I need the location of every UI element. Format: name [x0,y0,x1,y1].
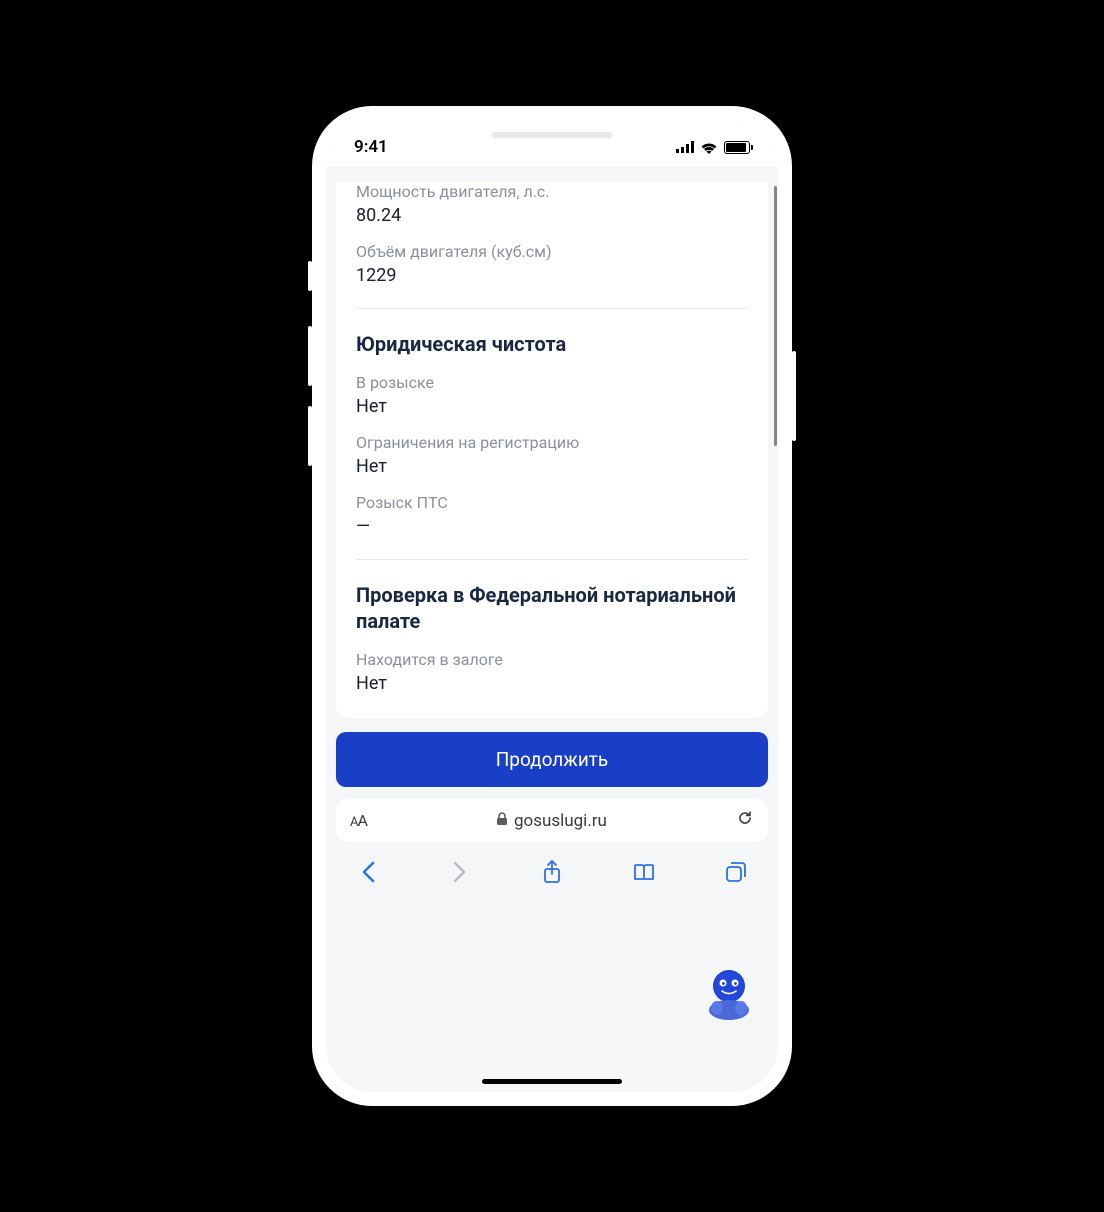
phone-screen: 9:41 Мощность двигателя, л.с. 80.24 Объё… [326,120,778,1092]
pts-search-value: — [356,516,748,537]
wanted-label: В розыске [356,373,748,392]
divider [356,308,748,309]
legal-section-title: Юридическая чистота [356,331,748,357]
reload-button[interactable] [736,809,754,832]
engine-volume-value: 1229 [356,265,748,286]
silence-switch[interactable] [308,261,312,291]
pledge-label: Находится в залоге [356,650,748,669]
url-bar[interactable]: AA gosuslugi.ru [336,799,768,842]
battery-icon [724,141,750,154]
wanted-value: Нет [356,396,748,417]
engine-power-value: 80.24 [356,205,748,226]
url-display[interactable]: gosuslugi.ru [496,811,607,831]
notary-section-title: Проверка в Федеральной нотариальной пала… [356,582,748,634]
continue-button[interactable]: Продолжить [336,732,768,787]
info-card: Мощность двигателя, л.с. 80.24 Объём дви… [336,182,768,718]
phone-frame: 9:41 Мощность двигателя, л.с. 80.24 Объё… [312,106,792,1106]
content-scroll-area[interactable]: Мощность двигателя, л.с. 80.24 Объём дви… [326,166,778,1092]
engine-volume-label: Объём двигателя (куб.см) [356,242,748,261]
pledge-value: Нет [356,673,748,694]
volume-up-button[interactable] [308,326,312,386]
engine-power-label: Мощность двигателя, л.с. [356,182,748,201]
restrictions-value: Нет [356,456,748,477]
lock-icon [496,811,508,831]
url-text: gosuslugi.ru [514,811,607,831]
pts-search-label: Розыск ПТС [356,493,748,512]
divider [356,559,748,560]
cellular-signal-icon [676,141,694,153]
tabs-button[interactable] [722,858,750,886]
wifi-icon [700,141,718,154]
notch [467,120,637,148]
power-button[interactable] [792,351,796,441]
share-button[interactable] [538,858,566,886]
assistant-robot-button[interactable] [700,964,758,1022]
browser-toolbar [326,850,778,900]
home-indicator[interactable] [482,1079,622,1084]
bookmarks-button[interactable] [630,858,658,886]
status-icons [676,141,750,154]
status-time: 9:41 [354,137,388,157]
back-button[interactable] [354,858,382,886]
scrollbar[interactable] [774,166,777,1092]
reader-mode-button[interactable]: AA [350,811,367,830]
restrictions-label: Ограничения на регистрацию [356,433,748,452]
volume-down-button[interactable] [308,406,312,466]
forward-button [446,858,474,886]
